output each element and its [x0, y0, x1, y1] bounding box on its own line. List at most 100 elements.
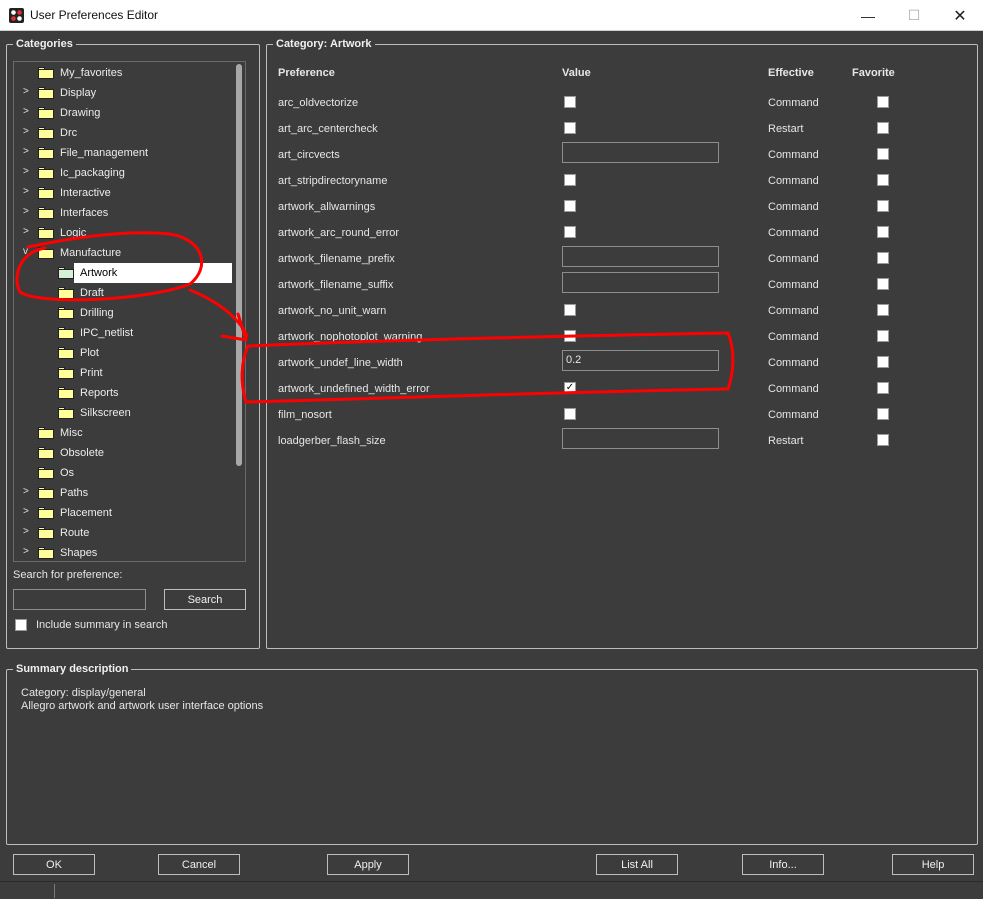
preference-row-arc_oldvectorize: arc_oldvectorize Command [0, 91, 983, 117]
favorite-checkbox[interactable] [877, 408, 889, 420]
chevron-right-icon[interactable]: > [23, 506, 33, 520]
tree-item-paths[interactable]: > Paths [14, 483, 232, 503]
cancel-button[interactable]: Cancel [158, 854, 240, 875]
preference-name: artwork_nophotoplot_warning [278, 331, 423, 343]
preference-effective: Restart [768, 123, 804, 135]
preference-effective: Command [768, 383, 819, 395]
search-label: Search for preference: [13, 569, 123, 581]
favorite-checkbox[interactable] [877, 200, 889, 212]
preference-effective: Command [768, 201, 819, 213]
preference-effective: Restart [768, 435, 804, 447]
preference-name: artwork_undefined_width_error [278, 383, 430, 395]
favorite-checkbox[interactable] [877, 148, 889, 160]
favorite-checkbox[interactable] [877, 226, 889, 238]
include-summary-label: Include summary in search [36, 619, 168, 631]
favorite-checkbox[interactable] [877, 304, 889, 316]
preference-name: artwork_no_unit_warn [278, 305, 387, 317]
preference-row-artwork_filename_suffix: artwork_filename_suffix Command [0, 272, 983, 299]
preference-value-checkbox[interactable] [564, 304, 576, 316]
categories-title: Categories [13, 37, 76, 51]
favorite-checkbox[interactable] [877, 356, 889, 368]
ok-button[interactable]: OK [13, 854, 95, 875]
preference-value-checkbox[interactable] [564, 226, 576, 238]
favorite-checkbox[interactable] [877, 122, 889, 134]
tree-item-my_favorites[interactable]: My_favorites [14, 63, 232, 83]
preference-value-checkbox[interactable] [564, 408, 576, 420]
preference-row-artwork_undef_line_width: artwork_undef_line_width 0.2 Command [0, 350, 983, 377]
category-panel-title: Category: Artwork [273, 37, 375, 51]
preference-name: art_stripdirectoryname [278, 175, 388, 187]
preference-value-checkbox[interactable] [564, 96, 576, 108]
app-icon [9, 8, 24, 23]
tree-item-label: Placement [60, 507, 112, 519]
tree-item-route[interactable]: > Route [14, 523, 232, 543]
preference-effective: Command [768, 305, 819, 317]
preference-row-art_arc_centercheck: art_arc_centercheck Restart [0, 117, 983, 143]
checkmark-icon: ✓ [565, 382, 575, 393]
status-bar [0, 881, 983, 899]
preference-row-artwork_nophotoplot_warning: artwork_nophotoplot_warning Command [0, 325, 983, 351]
preference-row-loadgerber_flash_size: loadgerber_flash_size Restart [0, 428, 983, 455]
tree-item-os[interactable]: Os [14, 463, 232, 483]
header-value: Value [562, 67, 591, 79]
header-effective: Effective [768, 67, 814, 79]
preference-effective: Command [768, 227, 819, 239]
apply-button[interactable]: Apply [327, 854, 409, 875]
preference-row-artwork_no_unit_warn: artwork_no_unit_warn Command [0, 299, 983, 325]
tree-item-label: Os [60, 467, 75, 479]
chevron-right-icon[interactable]: > [23, 546, 33, 560]
favorite-checkbox[interactable] [877, 174, 889, 186]
search-button[interactable]: Search [164, 589, 246, 610]
preference-effective: Command [768, 357, 819, 369]
tree-item-placement[interactable]: > Placement [14, 503, 232, 523]
favorite-checkbox[interactable] [877, 252, 889, 264]
preference-value-input[interactable]: 0.2 [562, 350, 719, 371]
tree-item-label: Paths [60, 487, 89, 499]
maximize-button[interactable]: ☐ [891, 0, 937, 31]
preference-value-checkbox[interactable] [564, 330, 576, 342]
favorite-checkbox[interactable] [877, 96, 889, 108]
tree-item-shapes[interactable]: > Shapes [14, 543, 232, 561]
preference-effective: Command [768, 253, 819, 265]
preference-effective: Command [768, 279, 819, 291]
folder-icon [38, 507, 54, 519]
preference-name: film_nosort [278, 409, 332, 421]
status-separator [54, 884, 55, 898]
preference-row-art_stripdirectoryname: art_stripdirectoryname Command [0, 169, 983, 195]
header-preference: Preference [278, 67, 335, 79]
info-button[interactable]: Info... [742, 854, 824, 875]
tree-item-label: Route [60, 527, 90, 539]
favorite-checkbox[interactable] [877, 434, 889, 446]
header-favorite: Favorite [852, 67, 895, 79]
preference-name: artwork_filename_suffix [278, 279, 394, 291]
summary-line-description: Allegro artwork and artwork user interfa… [21, 700, 264, 712]
minimize-button[interactable]: — [845, 0, 891, 31]
list-all-button[interactable]: List All [596, 854, 678, 875]
window-title: User Preferences Editor [30, 8, 159, 22]
preference-value-input[interactable] [562, 142, 719, 163]
preference-row-art_circvects: art_circvects Command [0, 142, 983, 169]
favorite-checkbox[interactable] [877, 330, 889, 342]
chevron-right-icon[interactable]: > [23, 526, 33, 540]
preference-row-artwork_allwarnings: artwork_allwarnings Command [0, 195, 983, 221]
preference-value-checkbox[interactable] [564, 200, 576, 212]
favorite-checkbox[interactable] [877, 382, 889, 394]
preference-value-checkbox[interactable]: ✓ [564, 382, 576, 394]
preference-name: artwork_allwarnings [278, 201, 376, 213]
summary-title: Summary description [13, 662, 132, 676]
preference-value-input[interactable] [562, 272, 719, 293]
preference-value-checkbox[interactable] [564, 174, 576, 186]
chevron-right-icon[interactable]: > [23, 486, 33, 500]
include-summary-checkbox[interactable] [15, 619, 27, 631]
folder-icon [38, 67, 54, 79]
search-input[interactable] [13, 589, 146, 610]
favorite-checkbox[interactable] [877, 278, 889, 290]
preference-value-input[interactable] [562, 428, 719, 449]
help-button[interactable]: Help [892, 854, 974, 875]
preference-value-input[interactable] [562, 246, 719, 267]
preference-effective: Command [768, 331, 819, 343]
preference-row-artwork_undefined_width_error: artwork_undefined_width_error ✓ Command [0, 377, 983, 403]
preference-name: artwork_arc_round_error [278, 227, 400, 239]
preference-value-checkbox[interactable] [564, 122, 576, 134]
close-button[interactable]: ✕ [937, 0, 983, 31]
